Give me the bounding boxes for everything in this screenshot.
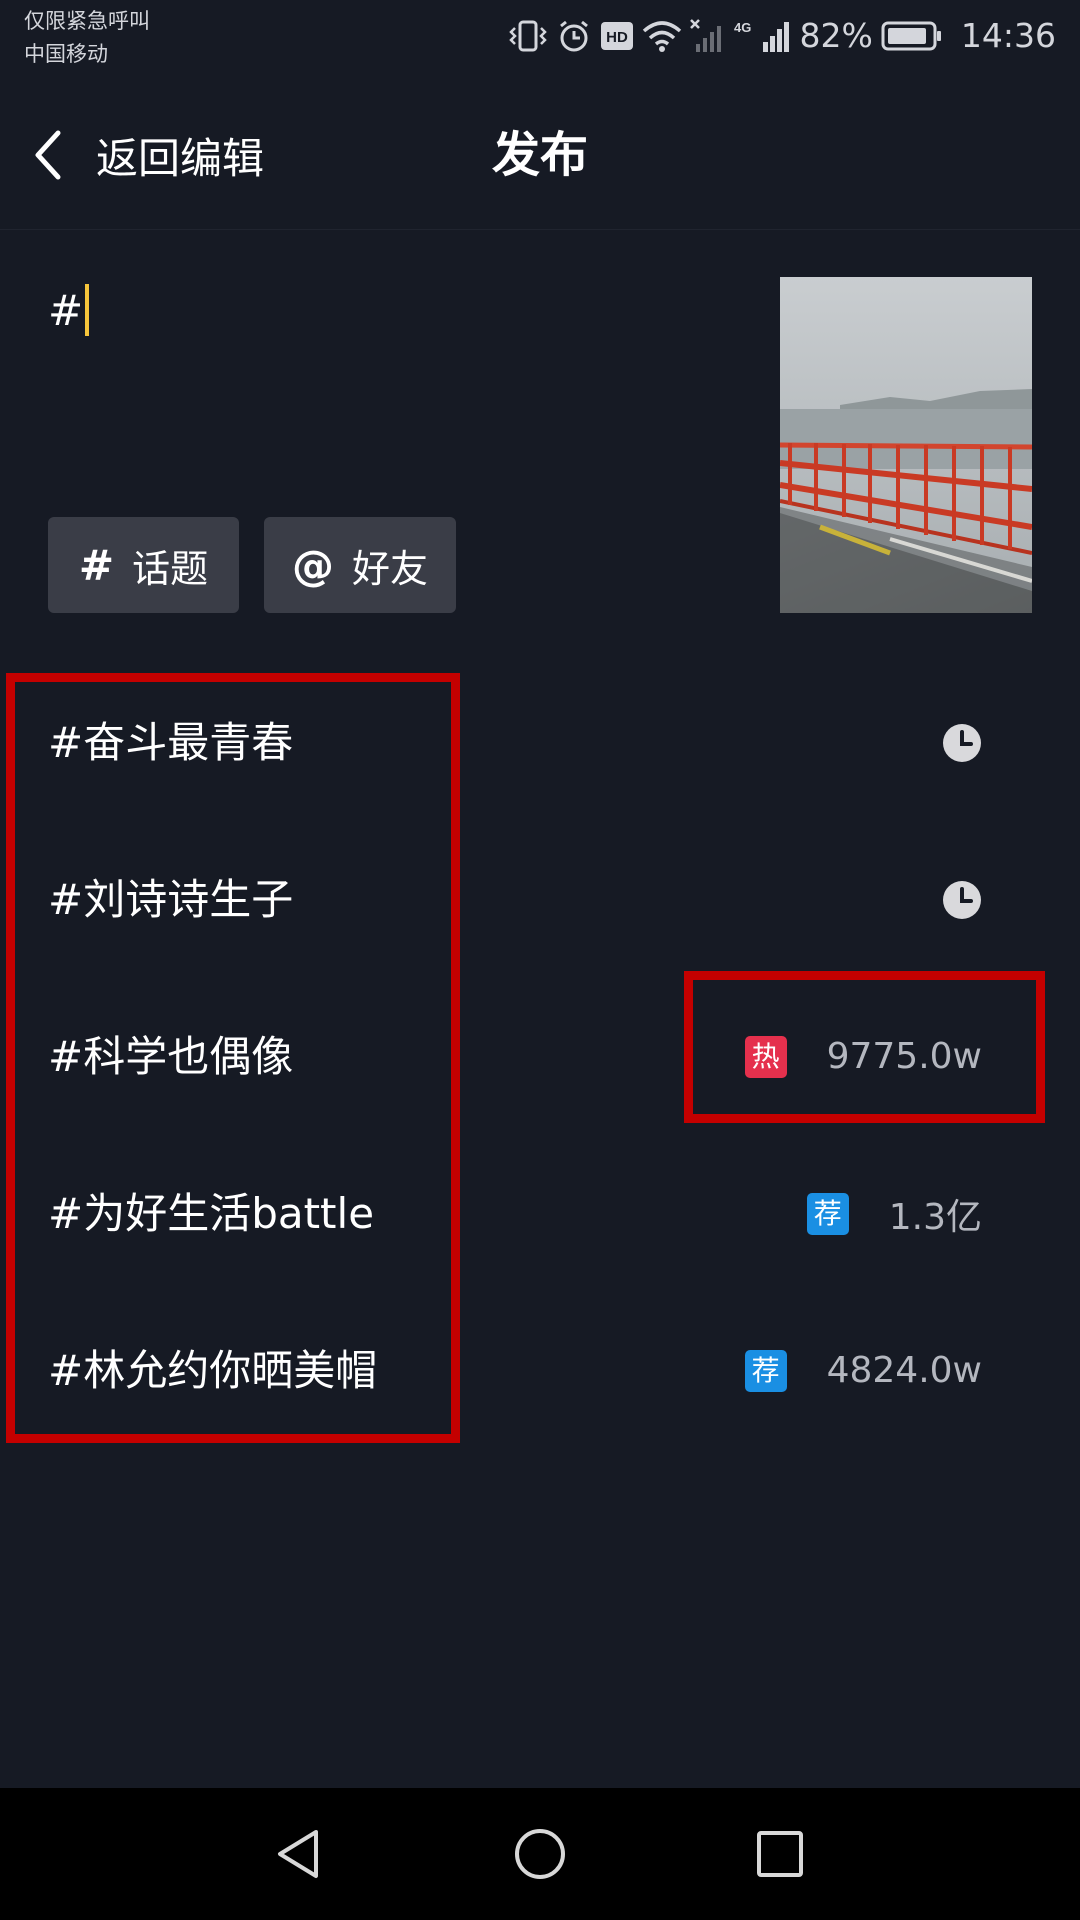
topic-meta — [942, 664, 982, 821]
svg-text:HD: HD — [606, 29, 628, 46]
topic-meta: 热 9775.0w — [744, 978, 982, 1135]
caption-input[interactable]: # — [48, 282, 90, 338]
at-sign-icon: @ — [291, 540, 334, 590]
topic-meta: 荐 1.3亿 — [806, 1135, 982, 1292]
status-icons: HD 4G 82% 14:36 — [508, 14, 1056, 58]
emergency-calls-text: 仅限紧急呼叫 — [24, 9, 150, 33]
caption-text: # — [48, 285, 84, 335]
network-type-label: 4G — [734, 18, 754, 54]
mention-friend-button[interactable]: @ 好友 — [264, 517, 456, 613]
view-count: 4824.0w — [826, 1350, 982, 1391]
topic-suggestion-row[interactable]: #刘诗诗生子 — [0, 821, 1080, 978]
triangle-back-icon — [270, 1824, 330, 1884]
battery-percent: 82% — [799, 16, 873, 55]
system-nav-bar — [0, 1788, 1080, 1920]
topic-suggestion-row[interactable]: #林允约你晒美帽 荐 4824.0w — [0, 1292, 1080, 1449]
view-count: 1.3亿 — [888, 1196, 982, 1238]
nav-home-button[interactable] — [510, 1824, 570, 1884]
add-topic-label: 话题 — [132, 546, 209, 591]
clock-time: 14:36 — [960, 16, 1056, 55]
recommended-badge: 荐 — [806, 1192, 849, 1235]
page-title: 发布 — [491, 127, 588, 183]
clock-icon — [942, 723, 982, 763]
clock-icon — [942, 880, 982, 920]
vibrate-icon — [508, 18, 548, 54]
status-bar: 仅限紧急呼叫 中国移动 HD 4G 82% 14:36 — [0, 0, 1080, 80]
no-sim-signal-icon — [689, 18, 726, 54]
hash-icon: # — [78, 540, 115, 590]
nav-recents-button[interactable] — [750, 1824, 810, 1884]
topic-meta — [942, 821, 982, 978]
topic-name: #为好生活battle — [48, 1189, 375, 1238]
topic-meta: 荐 4824.0w — [744, 1292, 982, 1449]
recommended-badge: 荐 — [744, 1349, 787, 1392]
view-count: 9775.0w — [826, 1036, 982, 1077]
network-type-text: 4G — [734, 20, 751, 35]
topic-name: #科学也偶像 — [48, 1032, 294, 1081]
topic-name: #奋斗最青春 — [48, 718, 294, 767]
text-cursor — [85, 284, 90, 336]
topic-name: #林允约你晒美帽 — [48, 1346, 378, 1395]
header: 返回编辑 发布 — [0, 80, 1080, 230]
nav-back-button[interactable] — [270, 1824, 330, 1884]
circle-home-icon — [510, 1824, 570, 1884]
battery-icon — [881, 21, 943, 51]
hd-icon: HD — [600, 21, 634, 51]
square-recents-icon — [750, 1824, 810, 1884]
topic-suggestion-row[interactable]: #奋斗最青春 — [0, 664, 1080, 821]
alarm-icon — [556, 18, 592, 54]
add-topic-button[interactable]: # 话题 — [48, 517, 239, 613]
wifi-icon — [642, 19, 682, 53]
carrier-name: 中国移动 — [24, 42, 108, 66]
video-cover-thumbnail[interactable] — [780, 277, 1032, 613]
topic-suggestion-row[interactable]: #科学也偶像 热 9775.0w — [0, 978, 1080, 1135]
hot-badge: 热 — [744, 1035, 787, 1078]
mention-friend-label: 好友 — [351, 546, 428, 591]
topic-suggestion-row[interactable]: #为好生活battle 荐 1.3亿 — [0, 1135, 1080, 1292]
topic-name: #刘诗诗生子 — [48, 875, 294, 924]
signal-icon — [762, 18, 792, 54]
